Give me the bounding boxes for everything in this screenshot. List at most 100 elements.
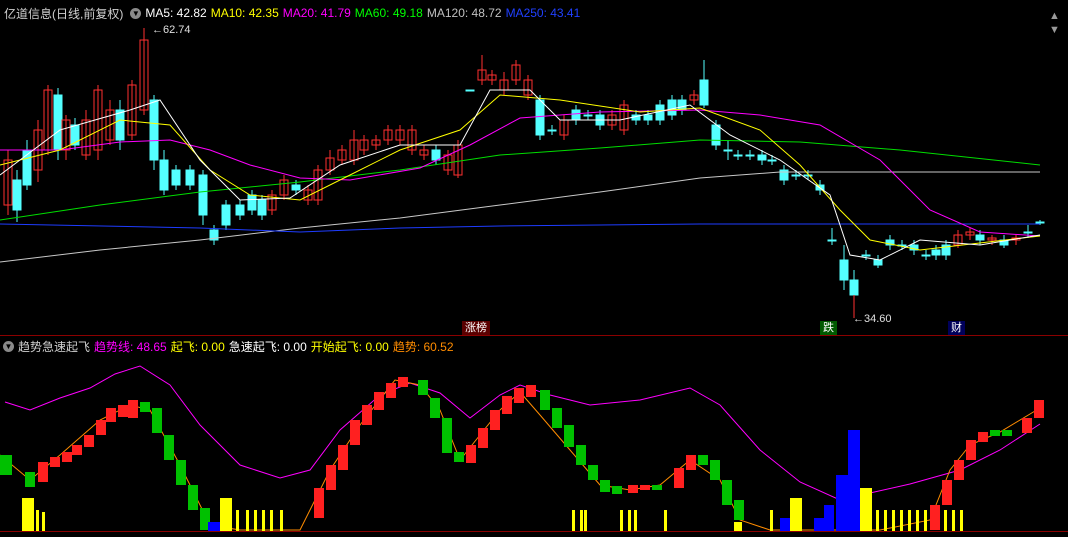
ma120-line bbox=[0, 171, 1040, 263]
candle-body bbox=[699, 79, 709, 106]
trend-bar bbox=[588, 465, 598, 480]
trend-bar bbox=[564, 425, 574, 447]
scroll-up-icon[interactable]: ▲ bbox=[1049, 10, 1060, 22]
takeoff-bar bbox=[254, 510, 257, 531]
candle-body bbox=[247, 194, 257, 211]
chevron-down-icon[interactable]: ▼ bbox=[3, 340, 14, 352]
takeoff-bar bbox=[620, 510, 623, 531]
candle-body bbox=[535, 99, 545, 136]
trend-bar bbox=[990, 430, 1000, 436]
event-tag-finance[interactable]: 财 bbox=[948, 321, 965, 335]
trend-bar bbox=[710, 460, 720, 480]
arrow-icon: ← bbox=[853, 313, 864, 325]
event-tag-limit-up[interactable]: 涨榜 bbox=[462, 321, 490, 335]
low-price-label: ←34.60 bbox=[853, 313, 892, 325]
candle-body bbox=[465, 89, 475, 92]
takeoff-bar bbox=[924, 510, 927, 531]
trend-bar bbox=[978, 432, 988, 442]
ma120-label: MA120: 48.72 bbox=[426, 6, 502, 20]
trend-bar bbox=[326, 465, 336, 490]
ma250-label: MA250: 43.41 bbox=[505, 6, 581, 20]
ma10-label: MA10: 42.35 bbox=[210, 6, 279, 20]
trend-bar bbox=[418, 380, 428, 395]
candle-body bbox=[198, 174, 208, 216]
ma20-label: MA20: 41.79 bbox=[282, 6, 351, 20]
indicator-header: ▼ 趋势急速起飞 趋势线: 48.65 起飞: 0.00 急速起飞: 0.00 … bbox=[0, 337, 458, 355]
ma5-label: MA5: 42.82 bbox=[145, 6, 207, 20]
trend-bar bbox=[84, 435, 94, 447]
takeoff-bar bbox=[42, 512, 45, 531]
trend-bar bbox=[62, 452, 72, 462]
candle-body bbox=[791, 174, 801, 177]
trend-bar bbox=[466, 445, 476, 463]
takeoff-bar bbox=[900, 510, 903, 531]
candle-body bbox=[861, 254, 871, 257]
candle-body bbox=[1023, 231, 1033, 234]
trend-bar bbox=[164, 435, 174, 460]
stock-title[interactable]: 亿道信息(日线,前复权) bbox=[4, 5, 123, 22]
trend-bar bbox=[398, 377, 408, 387]
takeoff-bar bbox=[790, 498, 802, 531]
takeoff-bar bbox=[36, 510, 39, 531]
candle-body bbox=[677, 99, 687, 111]
trend-bar bbox=[1034, 400, 1044, 418]
takeoff-bar bbox=[280, 510, 283, 531]
trend-bar bbox=[106, 408, 116, 422]
trend-bar bbox=[128, 400, 138, 418]
trend-bar bbox=[338, 445, 348, 470]
trend-bar bbox=[176, 460, 186, 485]
trend-label: 趋势: 60.52 bbox=[392, 339, 454, 354]
candle-body bbox=[221, 204, 231, 226]
ma250-line bbox=[0, 223, 1040, 233]
takeoff-bar bbox=[220, 498, 232, 531]
trend-bar bbox=[38, 462, 48, 482]
trend-bar bbox=[722, 480, 732, 505]
candle-body bbox=[827, 239, 837, 242]
indicator-series bbox=[0, 365, 1044, 531]
candle-body bbox=[711, 124, 721, 146]
candle-body bbox=[257, 199, 267, 216]
scroll-down-icon[interactable]: ▼ bbox=[1049, 24, 1060, 36]
chart-canvas[interactable] bbox=[0, 0, 1068, 537]
trend-bar bbox=[1002, 430, 1012, 436]
indicator-title[interactable]: 趋势急速起飞 bbox=[18, 338, 90, 355]
trend-bar bbox=[188, 485, 198, 510]
takeoff-bar bbox=[960, 510, 963, 531]
candle-body bbox=[643, 114, 653, 121]
trend-bar bbox=[552, 408, 562, 428]
trend-bar bbox=[652, 485, 662, 490]
candle-body bbox=[547, 129, 557, 132]
candle-body bbox=[723, 149, 733, 152]
candle-body bbox=[921, 254, 931, 257]
takeoff-bar bbox=[664, 510, 667, 531]
trend-bar bbox=[686, 455, 696, 470]
candle-body bbox=[115, 109, 125, 141]
chevron-down-icon[interactable]: ▼ bbox=[130, 7, 142, 19]
trend-line-label: 趋势线: 48.65 bbox=[94, 339, 167, 354]
takeoff-bar bbox=[908, 510, 911, 531]
takeoff-bar bbox=[916, 510, 919, 531]
takeoff-bar bbox=[584, 510, 587, 531]
takeoff-bar bbox=[246, 510, 249, 531]
rapid-takeoff-bar bbox=[780, 518, 790, 531]
trend-bar bbox=[1022, 418, 1032, 433]
low-price-value: 34.60 bbox=[864, 313, 892, 325]
trend-bar bbox=[454, 452, 464, 462]
trend-bar bbox=[698, 455, 708, 465]
candle-body bbox=[171, 169, 181, 186]
trend-bar bbox=[640, 485, 650, 490]
candle-body bbox=[149, 99, 159, 161]
event-tag-drop[interactable]: 跌 bbox=[820, 321, 837, 335]
takeoff-bar bbox=[22, 498, 34, 531]
takeoff-bar bbox=[572, 510, 575, 531]
takeoff-bar bbox=[884, 510, 887, 531]
main-chart-header: 亿道信息(日线,前复权) ▼ MA5: 42.82 MA10: 42.35 MA… bbox=[0, 4, 584, 22]
trend-bar bbox=[96, 420, 106, 435]
trend-bar bbox=[576, 445, 586, 465]
trend-bar bbox=[734, 500, 744, 520]
trend-bar bbox=[72, 445, 82, 455]
trend-bar bbox=[152, 408, 162, 433]
trend-bar bbox=[50, 457, 60, 467]
trend-bar bbox=[514, 388, 524, 403]
rapid-takeoff-bar bbox=[814, 518, 824, 531]
